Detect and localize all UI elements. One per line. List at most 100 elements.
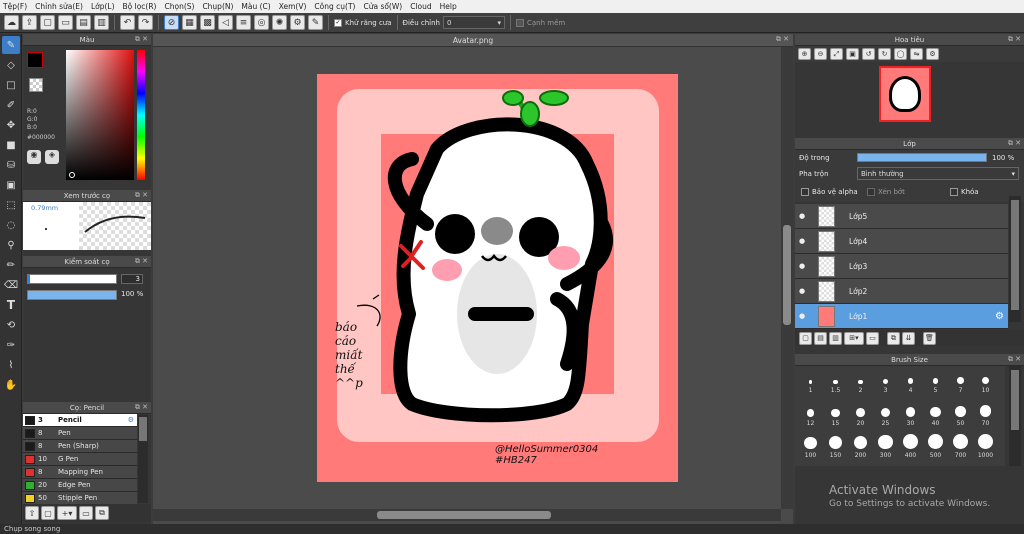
clipping-toggle[interactable]: Xén bớt [867,188,905,196]
menu-file[interactable]: Tệp(F) [3,2,27,11]
brush-size-option[interactable]: 3 [873,368,898,394]
select-none-icon[interactable]: ⊘ [164,15,179,30]
perspective-icon[interactable]: ◁ [218,15,233,30]
brush-settings-icon[interactable]: ⚙ [128,416,134,424]
brush-size-option[interactable]: 1 [798,368,823,394]
brush-size-option[interactable]: 1000 [973,433,998,459]
layer-settings-icon[interactable]: ⚙ [995,311,1004,322]
canvas-viewport[interactable]: báo cáo miất thế ^^p @HelloSummer0304 #H… [153,47,781,509]
menu-view[interactable]: Xem(V) [279,2,307,11]
color-picker-icon[interactable]: ◈ [45,150,59,164]
brush-size-option[interactable]: 200 [848,433,873,459]
fit-icon[interactable]: ⤢ [830,48,843,60]
brush-list-item[interactable]: 10 G Pen [23,453,137,466]
brush-size-option[interactable]: 5 [923,368,948,394]
grid-icon[interactable]: ▩ [200,15,215,30]
scrollbar-thumb[interactable] [1011,370,1019,430]
select-eraser-tool-icon[interactable]: ⌫ [2,276,20,294]
hand-tool-icon[interactable]: ✋ [2,376,20,394]
eye-icon[interactable]: ● [795,312,809,320]
antialias-toggle[interactable]: ✓ Khử răng cưa [334,18,392,27]
actual-size-icon[interactable]: ▣ [846,48,859,60]
select-rect-tool-icon[interactable]: ⬚ [2,196,20,214]
brush-size-option[interactable]: 100 [798,433,823,459]
flip-icon[interactable]: ⇋ [910,48,923,60]
text-tool-icon[interactable]: T [2,296,20,314]
brush-size-option[interactable]: 150 [823,433,848,459]
layer-row[interactable]: ● Lớp5 [795,204,1008,229]
layer-row[interactable]: ● Lớp4 [795,229,1008,254]
protect-alpha-checkbox[interactable] [801,188,809,196]
brush-new-icon[interactable]: ▢ [41,506,55,520]
redo-icon[interactable]: ↷ [138,15,153,30]
brush-add-icon[interactable]: +▾ [57,506,77,520]
eye-icon[interactable]: ● [795,237,809,245]
menu-color[interactable]: Màu (C) [241,2,270,11]
menu-edit[interactable]: Chỉnh sửa(E) [35,2,83,11]
undo-icon[interactable]: ↶ [120,15,135,30]
new-file-icon[interactable]: ▢ [40,15,55,30]
open-file-icon[interactable]: ▭ [58,15,73,30]
brush-size-option[interactable]: 12 [798,401,823,427]
brush-list-item[interactable]: 20 Edge Pen [23,479,137,492]
layer-list-scrollbar[interactable] [1009,196,1021,322]
vscroll-thumb[interactable] [783,225,791,325]
add-layer-menu-icon[interactable]: ⊞▾ [844,331,864,345]
brush-size-option[interactable]: 400 [898,433,923,459]
brush-folder-icon[interactable]: ▭ [79,506,93,520]
brush-size-option[interactable]: 2 [848,368,873,394]
eye-icon[interactable]: ● [795,262,809,270]
brush-size-option[interactable]: 40 [923,401,948,427]
canvas-hscrollbar[interactable] [153,509,781,521]
radial-icon[interactable]: ✺ [272,15,287,30]
new-raster-layer-icon[interactable]: ▤ [814,331,827,345]
saturation-value-picker[interactable] [66,50,134,180]
eye-icon[interactable]: ● [795,212,809,220]
zoom-out-icon[interactable]: ⊖ [814,48,827,60]
close-icon[interactable]: ⧉ ✕ [776,35,789,44]
menu-cloud[interactable]: Cloud [410,2,431,11]
panel-options-icon[interactable]: ⧉ ✕ [135,403,148,412]
panel-options-icon[interactable]: ⧉ ✕ [1008,355,1021,364]
select-pen-tool-icon[interactable]: ✏ [2,256,20,274]
navigator-preview[interactable] [795,62,1024,124]
hue-slider[interactable] [137,50,145,180]
divide-tool-icon[interactable]: ⟲ [2,316,20,334]
wrench-icon[interactable]: ✎ [308,15,323,30]
merge-layer-icon[interactable]: ⇊ [902,331,915,345]
eyedropper-tool-icon[interactable]: ⌇ [2,356,20,374]
smudge-tool-icon[interactable]: ✑ [2,336,20,354]
settings-icon[interactable]: ⚙ [926,48,939,60]
export-icon[interactable]: ⇪ [22,15,37,30]
concentric-icon[interactable]: ◎ [254,15,269,30]
brush-size-option[interactable]: 30 [898,401,923,427]
new-layer-icon[interactable]: ▢ [799,331,812,345]
brush-cloud-icon[interactable]: ⇧ [25,506,39,520]
brush-size-value[interactable]: 3 [121,274,143,284]
brush-list-item[interactable]: 8 Pen (Sharp) [23,440,137,453]
menu-select[interactable]: Chọn(S) [164,2,194,11]
artwork-page[interactable]: báo cáo miất thế ^^p @HelloSummer0304 #H… [317,74,678,482]
layer-opacity-slider[interactable] [857,153,987,162]
rotate-left-icon[interactable]: ↺ [862,48,875,60]
clipping-checkbox[interactable] [867,188,875,196]
layer-row[interactable]: ● Lớp3 [795,254,1008,279]
canvas-vscrollbar[interactable] [781,47,793,509]
delete-layer-icon[interactable]: 🗑 [923,331,936,345]
parallel-icon[interactable]: ≡ [236,15,251,30]
zoom-in-icon[interactable]: ⊕ [798,48,811,60]
scrollbar-thumb[interactable] [1011,200,1019,310]
brush-list-item[interactable]: 8 Pen [23,427,137,440]
brush-size-option[interactable]: 25 [873,401,898,427]
hscroll-thumb[interactable] [377,511,551,519]
panel-options-icon[interactable]: ⧉ ✕ [135,257,148,266]
reset-rotation-icon[interactable]: ◯ [894,48,907,60]
brush-copy-icon[interactable]: ⧉ [95,506,109,520]
menu-help[interactable]: Help [440,2,457,11]
brush-size-option[interactable]: 7 [948,368,973,394]
save-as-icon[interactable]: ▥ [94,15,109,30]
blend-mode-select[interactable]: Bình thường ▾ [857,167,1019,180]
transparent-color-swatch[interactable] [29,78,43,92]
lock-checkbox[interactable] [950,188,958,196]
brush-size-option[interactable]: 4 [898,368,923,394]
